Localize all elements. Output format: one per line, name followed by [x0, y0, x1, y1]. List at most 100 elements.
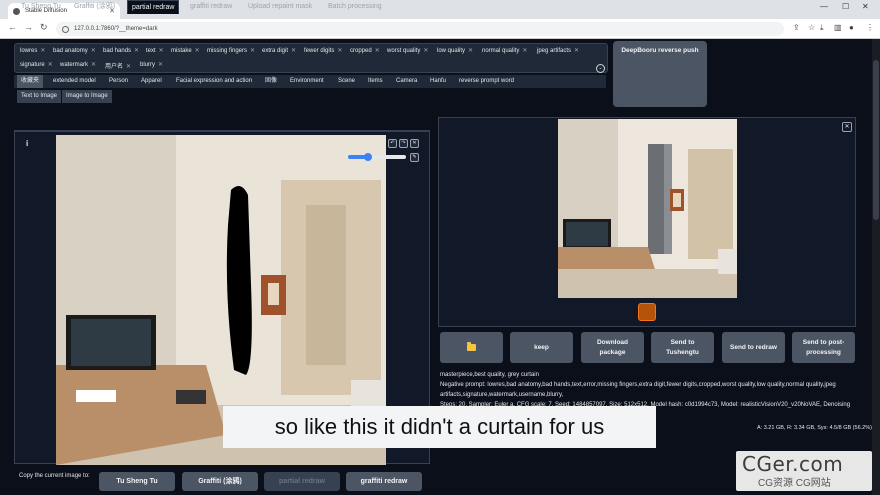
- category-tab[interactable]: Apparel: [137, 75, 166, 88]
- category-tab[interactable]: 固像: [261, 75, 281, 88]
- tag-chip-label: worst quality: [387, 48, 421, 54]
- tag-chip-label: normal quality: [482, 48, 520, 54]
- tag-remove-icon[interactable]: ✕: [468, 48, 473, 54]
- tag-chip[interactable]: bad hands ✕: [103, 47, 139, 54]
- profile-icon[interactable]: ●: [849, 23, 854, 32]
- category-tab[interactable]: Person: [105, 75, 132, 88]
- close-icon[interactable]: ✕: [410, 139, 419, 148]
- tag-chip[interactable]: jpeg artifacts ✕: [537, 47, 579, 54]
- tag-chip[interactable]: text ✕: [146, 47, 164, 54]
- brush-icon[interactable]: ✎: [410, 153, 419, 162]
- output-image[interactable]: [558, 119, 737, 298]
- tag-chip[interactable]: low quality ✕: [437, 47, 473, 54]
- tag-remove-icon[interactable]: ✕: [91, 62, 96, 68]
- gallery-close-icon[interactable]: ✕: [842, 122, 852, 132]
- copy-to-tu-sheng-tu-button[interactable]: Tu Sheng Tu: [99, 472, 175, 491]
- tag-remove-icon[interactable]: ✕: [375, 48, 380, 54]
- forward-icon[interactable]: →: [24, 22, 33, 32]
- chevron-down-icon[interactable]: ⌄: [596, 64, 605, 73]
- tab-tu-sheng-tu[interactable]: Tu Sheng Tu: [17, 0, 65, 14]
- tag-remove-icon[interactable]: ✕: [574, 48, 579, 54]
- category-tab[interactable]: Scene: [334, 75, 359, 88]
- share-icon[interactable]: ⇪: [793, 23, 800, 32]
- tab-graffiti[interactable]: Graffiti (涂鸦): [70, 0, 119, 14]
- text-to-image-button[interactable]: Text to Image: [17, 90, 62, 103]
- tag-remove-icon[interactable]: ✕: [126, 64, 131, 70]
- tab-batch[interactable]: Batch processing: [324, 0, 386, 14]
- tab-upload-mask[interactable]: Upload repaint mask: [244, 0, 316, 14]
- url-field[interactable]: 127.0.0.1:7860/?__theme=dark: [56, 22, 784, 36]
- minimize-icon[interactable]: —: [820, 2, 828, 11]
- tag-chip[interactable]: fewer digits ✕: [304, 47, 342, 54]
- copy-to-graffiti-redraw-button[interactable]: graffiti redraw: [346, 472, 422, 491]
- tag-remove-icon[interactable]: ✕: [195, 48, 200, 54]
- tab-graffiti-redraw[interactable]: graffiti redraw: [186, 0, 236, 14]
- copy-to-partial-redraw-button[interactable]: partial redraw: [264, 472, 340, 491]
- deepbooru-button[interactable]: DeepBooru reverse push: [613, 41, 707, 107]
- tag-chip[interactable]: signature ✕: [20, 61, 53, 68]
- tag-chip[interactable]: extra digit ✕: [262, 47, 296, 54]
- redo-icon[interactable]: ↷: [399, 139, 408, 148]
- sidepanel-icon[interactable]: ▥: [834, 23, 842, 32]
- send-to-post-processing-button[interactable]: Send to post-processing: [792, 332, 855, 363]
- tag-remove-icon[interactable]: ✕: [48, 62, 53, 68]
- folder-icon: [467, 342, 476, 351]
- tag-remove-icon[interactable]: ✕: [337, 48, 342, 54]
- output-thumbnail[interactable]: [638, 303, 656, 321]
- watermark-logo-text: CGer.com: [742, 452, 844, 476]
- tag-remove-icon[interactable]: ✕: [291, 48, 296, 54]
- tag-chip[interactable]: blurry ✕: [140, 61, 163, 68]
- tag-remove-icon[interactable]: ✕: [134, 48, 139, 54]
- tag-remove-icon[interactable]: ✕: [423, 48, 428, 54]
- info-icon[interactable]: i: [26, 139, 28, 148]
- reload-icon[interactable]: ↻: [40, 22, 48, 33]
- site-info-icon[interactable]: [62, 25, 69, 33]
- category-tab[interactable]: Hanfu: [426, 75, 450, 88]
- open-folder-button[interactable]: [440, 332, 503, 363]
- send-to-tushengtu-button[interactable]: Send to Tushengtu: [651, 332, 714, 363]
- tag-chip[interactable]: watermark ✕: [60, 61, 96, 68]
- tag-remove-icon[interactable]: ✕: [159, 48, 164, 54]
- menu-icon[interactable]: ⋮: [866, 23, 874, 32]
- tag-remove-icon[interactable]: ✕: [250, 48, 255, 54]
- download-icon[interactable]: ⤓: [820, 23, 824, 33]
- send-to-redraw-button[interactable]: Send to redraw: [722, 332, 785, 363]
- category-tab[interactable]: reverse prompt word: [455, 75, 518, 88]
- copy-to-graffiti-button[interactable]: Graffiti (涂鸦): [182, 472, 258, 491]
- tag-chip[interactable]: cropped ✕: [350, 47, 380, 54]
- gen-info-negative-cont: artifacts,signature,watermark,username,b…: [440, 392, 564, 398]
- undo-icon[interactable]: ↶: [388, 139, 397, 148]
- category-tab[interactable]: Items: [364, 75, 387, 88]
- back-icon[interactable]: ←: [8, 22, 17, 32]
- page-scrollbar-thumb[interactable]: [873, 60, 879, 220]
- category-tab[interactable]: Facial expression and action: [172, 75, 256, 88]
- tag-chip[interactable]: bad anatomy ✕: [53, 47, 96, 54]
- window-close-icon[interactable]: ✕: [862, 2, 869, 11]
- category-tab[interactable]: 收藏夹: [17, 75, 44, 88]
- tag-chip[interactable]: mistake ✕: [171, 47, 200, 54]
- category-tab[interactable]: Environment: [286, 75, 328, 88]
- download-package-button[interactable]: Download package: [581, 332, 644, 363]
- tag-chip-label: jpeg artifacts: [537, 48, 572, 54]
- maximize-icon[interactable]: ☐: [842, 2, 849, 11]
- tag-remove-icon[interactable]: ✕: [158, 62, 163, 68]
- tag-remove-icon[interactable]: ✕: [40, 48, 45, 54]
- bookmark-icon[interactable]: ☆: [808, 23, 815, 32]
- tag-chip[interactable]: missing fingers ✕: [207, 47, 255, 54]
- tag-chip-label: missing fingers: [207, 48, 248, 54]
- tag-remove-icon[interactable]: ✕: [91, 48, 96, 54]
- tag-remove-icon[interactable]: ✕: [522, 48, 527, 54]
- tag-chip[interactable]: worst quality ✕: [387, 47, 428, 54]
- tag-chip[interactable]: lowres ✕: [20, 47, 45, 54]
- category-tab[interactable]: Camera: [392, 75, 421, 88]
- keep-button[interactable]: keep: [510, 332, 573, 363]
- tag-chip[interactable]: normal quality ✕: [482, 47, 527, 54]
- tag-chip-label: extra digit: [262, 48, 289, 54]
- gen-info-prompt: masterpiece,best quality, grey curtain: [440, 372, 539, 378]
- category-tab[interactable]: extended model: [49, 75, 100, 88]
- tag-chip-label: bad hands: [103, 48, 132, 54]
- tab-partial-redraw[interactable]: partial redraw: [127, 0, 180, 14]
- image-to-image-button[interactable]: Image to Image: [62, 90, 112, 103]
- tag-chip[interactable]: 用户名 ✕: [105, 61, 131, 70]
- copy-row-label: Copy the current image to:: [19, 473, 90, 479]
